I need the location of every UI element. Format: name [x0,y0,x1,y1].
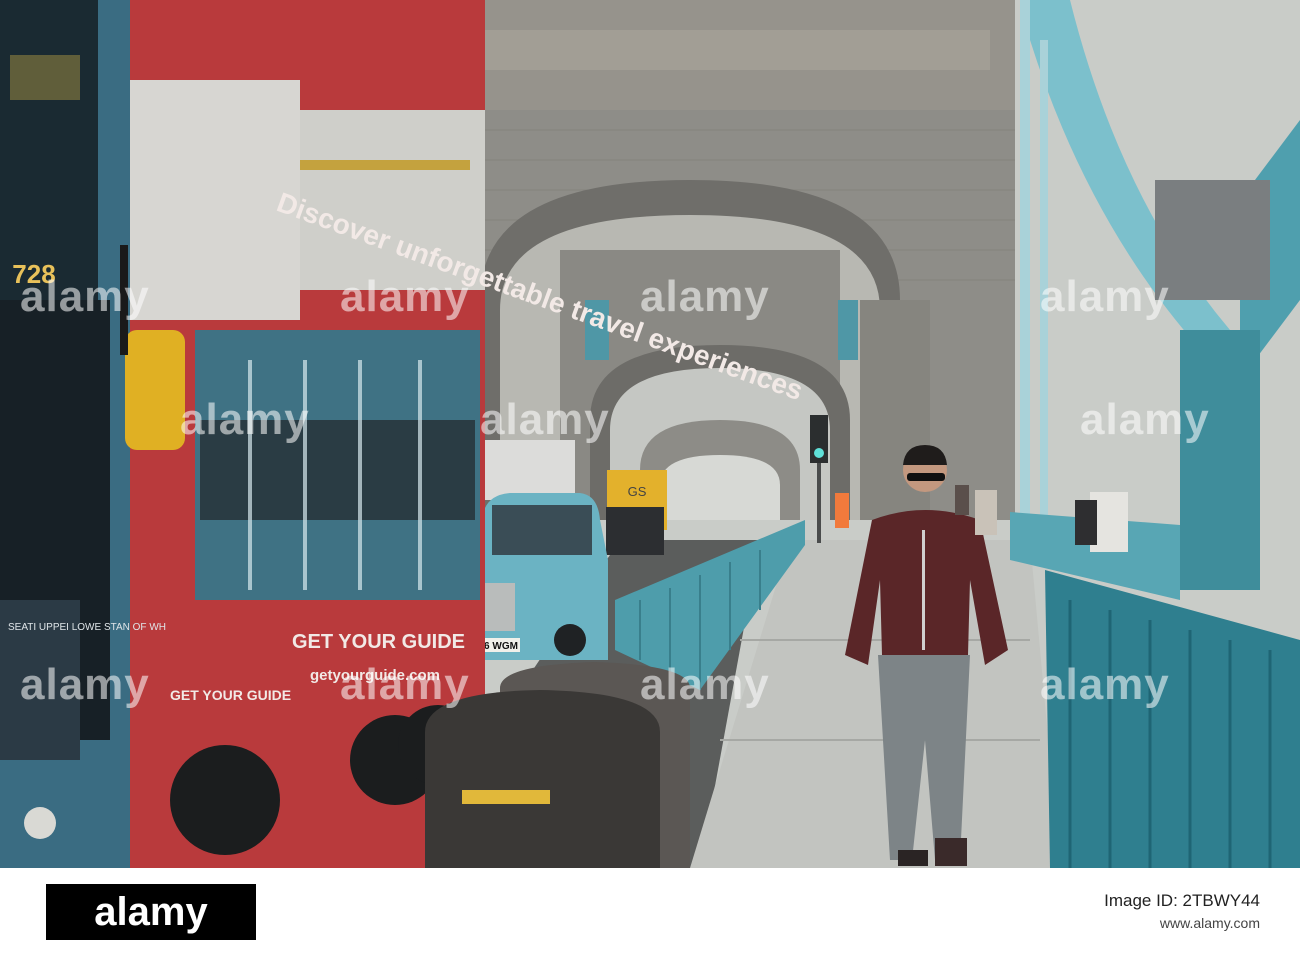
upper-rail [300,160,470,170]
lamp-right [838,300,858,360]
watermark-text: alamy [1040,272,1170,321]
bollard-stripe [462,790,550,804]
tie-rod [1020,0,1030,520]
watermark-text: alamy [1040,660,1170,709]
bus-wheel-front [170,745,280,855]
bus-mirror [125,330,185,450]
alamy-logo[interactable]: alamy [46,884,256,940]
watermark-text: alamy [340,660,470,709]
taxi-grille [485,583,515,631]
stock-photo: GS 6 WGM 728 Discover unforgettable trav… [0,0,1300,956]
upper-deck-glass [130,80,300,320]
watermark-text: alamy [1080,395,1210,444]
bus-headlight [24,807,56,839]
watermark-text: alamy [340,272,470,321]
dark-car [606,507,664,555]
watermark-text: alamy [640,272,770,321]
white-truck [485,440,575,500]
taxi-plate: 6 WGM [484,641,518,652]
stock-footer: alamy Image ID: 2TBWY44 www.alamy.com [0,868,1300,956]
bus-ad-brand: GET YOUR GUIDE [292,631,465,653]
site-url: www.alamy.com [1159,915,1260,931]
background-building [1155,180,1270,300]
watermark-text: alamy [20,272,150,321]
taxi-windscreen [492,505,592,555]
watermark-text: alamy [480,395,610,444]
watermark-text: alamy [20,660,150,709]
bus-ad-vertical: GET YOUR GUIDE [170,687,291,703]
watermark-text: alamy [640,660,770,709]
image-id-line: Image ID: 2TBWY44 [1104,891,1260,910]
blue-pier [1180,330,1260,590]
sunglasses [907,473,945,481]
image-id: Image ID: 2TBWY44 www.alamy.com [1104,890,1260,934]
photo-tower-bridge: GS 6 WGM 728 Discover unforgettable trav… [0,0,1300,868]
bus-seat-sign: SEATI UPPEI LOWE STAN OF WH [8,622,166,633]
bus-front-window-upper [0,0,98,300]
watermark-text: alamy [180,395,310,444]
van-logo: GS [628,484,647,499]
bollard-front [425,690,660,868]
